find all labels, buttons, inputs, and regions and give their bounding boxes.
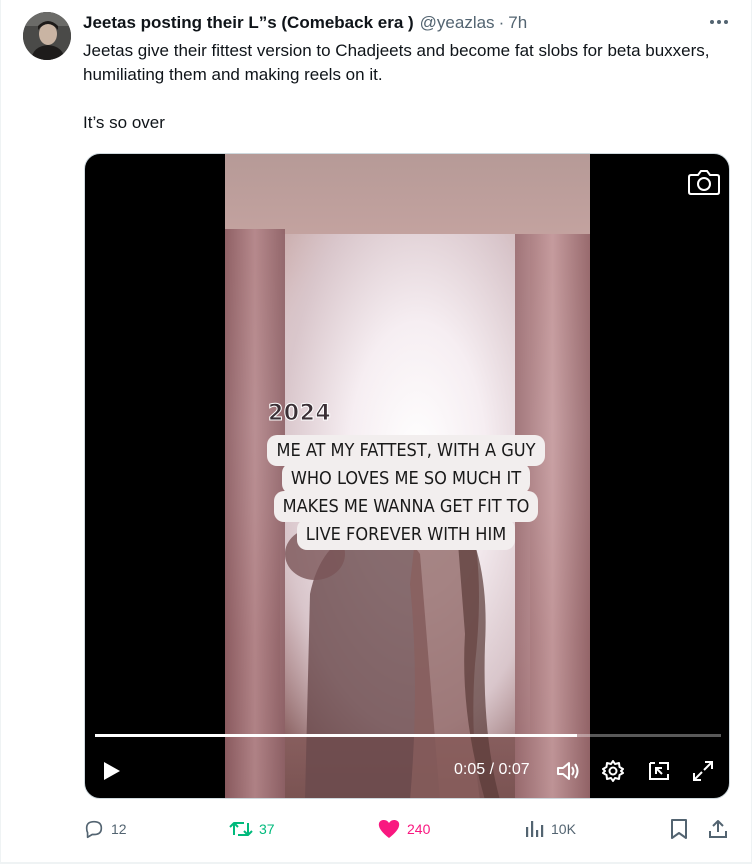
progress-fill: [95, 734, 578, 737]
settings-icon[interactable]: [600, 758, 626, 784]
avatar-image: [23, 12, 71, 60]
tweet-text: Jeetas give their fittest version to Cha…: [83, 39, 723, 135]
volume-icon[interactable]: [555, 758, 581, 784]
repost-button[interactable]: 37: [229, 815, 275, 843]
like-count: 240: [407, 821, 431, 837]
camera-icon[interactable]: [687, 167, 721, 197]
repost-count: 37: [259, 821, 275, 837]
tweet-header: Jeetas posting their L”s (Comeback era )…: [83, 12, 527, 34]
caption-year: 2024: [267, 401, 332, 427]
avatar[interactable]: [23, 12, 71, 60]
like-button[interactable]: 240: [377, 815, 430, 843]
view-count: 10K: [551, 821, 576, 837]
video-caption: ME AT MY FATTEST, WITH A GUY WHO LOVES M…: [230, 435, 582, 550]
play-icon[interactable]: [99, 759, 123, 783]
pip-icon[interactable]: [646, 758, 672, 784]
share-icon: [709, 820, 727, 838]
timestamp[interactable]: 7h: [508, 13, 527, 33]
bookmark-icon: [671, 819, 687, 839]
caption-line: ME AT MY FATTEST, WITH A GUY: [267, 435, 545, 466]
more-icon[interactable]: [705, 12, 733, 32]
caption-line: WHO LOVES ME SO MUCH IT: [281, 463, 531, 494]
views-button[interactable]: 10K: [523, 815, 576, 843]
share-button[interactable]: [707, 815, 729, 843]
bookmark-button[interactable]: [669, 815, 689, 843]
video-player[interactable]: 2024 ME AT MY FATTEST, WITH A GUY WHO LO…: [84, 153, 730, 799]
views-icon: [526, 821, 544, 837]
like-icon: [378, 819, 400, 838]
tweet-card[interactable]: Jeetas posting their L”s (Comeback era )…: [0, 0, 752, 864]
repost-icon: [229, 822, 253, 836]
user-handle[interactable]: @yeazlas: [420, 13, 495, 33]
tweet-text-line: It’s so over: [83, 113, 165, 132]
display-name[interactable]: Jeetas posting their L”s (Comeback era ): [83, 13, 414, 33]
reply-icon: [85, 820, 103, 839]
progress-bar[interactable]: [95, 734, 721, 737]
tweet-text-line: Jeetas give their fittest version to Cha…: [83, 41, 710, 84]
separator-dot: ·: [498, 13, 505, 32]
reply-button[interactable]: 12: [83, 815, 127, 843]
reply-count: 12: [111, 821, 127, 837]
fullscreen-icon[interactable]: [690, 758, 716, 784]
caption-line: MAKES ME WANNA GET FIT TO: [273, 491, 539, 522]
video-timecode: 0:05 / 0:07: [454, 761, 530, 778]
caption-line: LIVE FOREVER WITH HIM: [296, 519, 516, 550]
action-bar: 12 37 240 10K: [83, 815, 731, 843]
video-controls: 0:05 / 0:07: [85, 752, 729, 790]
